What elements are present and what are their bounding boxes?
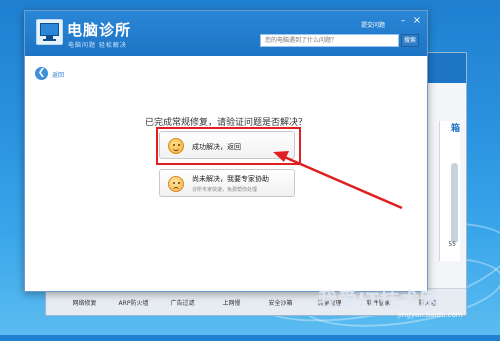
app-title: 电脑诊所 [67,21,132,39]
back-label[interactable]: 返回 [52,70,64,79]
option-label: 尚未解决，我要专家协助 [192,175,269,183]
background-side-tab[interactable]: 箱 [451,121,460,134]
app-subtitle: 电脑问题 轻松解决 [68,42,127,49]
background-side-number: 55 [448,241,456,248]
pc-clinic-logo-icon [36,19,63,45]
background-scrollbar[interactable] [451,163,458,243]
watermark-text: 我爱IT技术网 [318,289,441,311]
worried-face-icon [168,176,184,192]
toolbar-item-slow-internet[interactable]: 上网慢 [207,298,256,307]
toolbar-item-sandbox[interactable]: 安全沙箱 [256,298,305,307]
toolbar-item-network-repair[interactable]: 网络修复 [60,298,109,307]
watermark-url: jingyan.baidu.com [398,311,463,319]
submit-question-link[interactable]: 提交问题 [361,20,385,29]
back-arrow-icon[interactable]: ❮ [35,67,48,80]
emoji-mouth [173,187,179,190]
monitor-screen [40,23,59,36]
close-button[interactable]: × [412,16,422,26]
emoji-eye [178,182,180,184]
emoji-eye [173,182,175,184]
search-button[interactable]: 搜索 [401,34,419,47]
search-input[interactable] [260,34,399,47]
monitor-base [43,39,56,41]
option-sublabel: 诊所专家快速，免费帮你处理 [192,187,258,193]
toolbar-item-ad-filter[interactable]: 广告过滤 [158,298,207,307]
dialog-header: 电脑诊所 电脑问题 轻松解决 提交问题 – × 搜索 [25,11,427,56]
toolbar-item-arp-firewall[interactable]: ARP防火墙 [109,298,158,307]
option-expert-help-button[interactable]: 尚未解决，我要专家协助 诊所专家快速，免费帮你处理 [159,169,295,197]
red-highlight-box [156,127,301,165]
minimize-button[interactable]: – [398,17,408,26]
